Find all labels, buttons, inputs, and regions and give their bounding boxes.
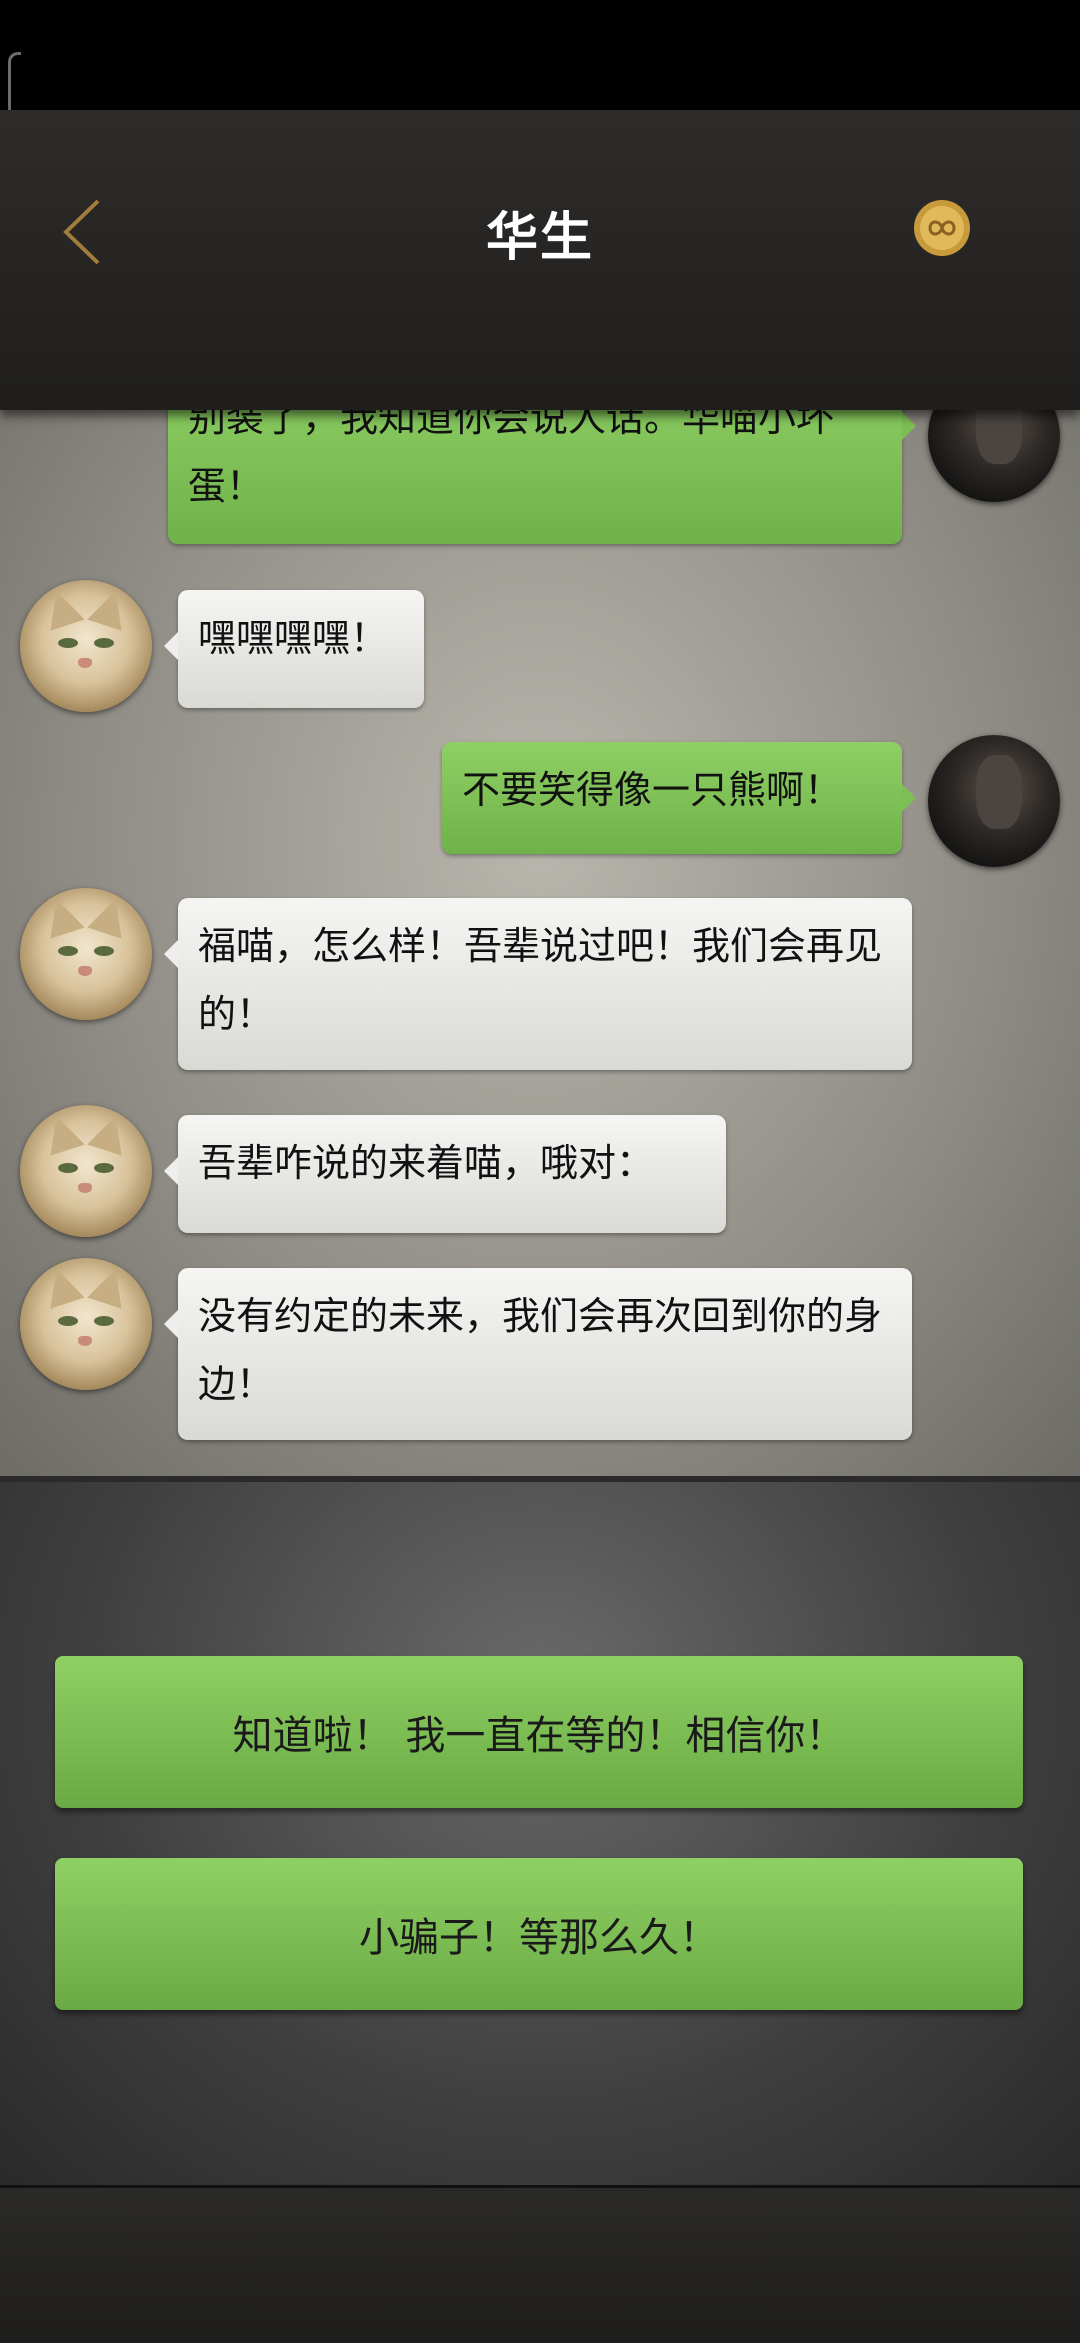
choice-panel: 知道啦！ 我一直在等的！相信你！ 小骗子！等那么久！: [0, 1482, 1080, 2185]
user-avatar[interactable]: [928, 735, 1060, 867]
message-bubble: 嘿嘿嘿嘿！: [164, 590, 424, 708]
cat-ear: [87, 1263, 133, 1309]
paw-graphic: [976, 755, 1022, 829]
cat-nose: [78, 966, 92, 976]
cat-eye: [58, 638, 78, 648]
message-text: 没有约定的未来，我们会再次回到你的身边！: [198, 1294, 883, 1406]
paw-graphic: [976, 410, 1022, 464]
message-text: 嘿嘿嘿嘿！: [198, 616, 389, 660]
cat-ear: [39, 585, 85, 631]
cat-nose: [78, 658, 92, 668]
message-bubble: 福喵，怎么样！吾辈说过吧！我们会再见的！: [164, 898, 912, 1070]
footer-bar: [0, 2185, 1080, 2343]
user-avatar[interactable]: [928, 410, 1060, 502]
coin-button[interactable]: [912, 198, 972, 258]
cat-nose: [78, 1336, 92, 1346]
cat-ear: [39, 893, 85, 939]
cat-ear: [87, 1110, 133, 1156]
chat-area[interactable]: 别装了，我知道你会说人话。华喵小坏蛋！ 嘿嘿嘿嘿！ 不要笑得像一只熊啊！ 福喵，…: [0, 410, 1080, 1482]
choice-button[interactable]: 小骗子！等那么久！: [55, 1858, 1023, 2010]
message-bubble: 不要笑得像一只熊啊！: [442, 742, 916, 854]
cat-avatar[interactable]: [20, 1258, 152, 1390]
message-text: 不要笑得像一只熊啊！: [462, 768, 843, 812]
message-bubble: 别装了，我知道你会说人话。华喵小坏蛋！: [168, 410, 916, 544]
cat-ear: [39, 1110, 85, 1156]
cat-eye: [58, 946, 78, 956]
cat-eye: [94, 946, 114, 956]
cat-avatar[interactable]: [20, 580, 152, 712]
cat-ear: [87, 893, 133, 939]
message-text: 别装了，我知道你会说人话。华喵小坏蛋！: [188, 410, 835, 508]
cat-ear: [87, 585, 133, 631]
choice-button[interactable]: 知道啦！ 我一直在等的！相信你！: [55, 1656, 1023, 1808]
cat-eye: [94, 1316, 114, 1326]
choice-label: 小骗子！等那么久！: [359, 1915, 719, 1961]
status-bar: [0, 0, 1080, 185]
message-text: 福喵，怎么样！吾辈说过吧！我们会再见的！: [198, 924, 883, 1036]
cat-eye: [58, 1316, 78, 1326]
cat-eye: [94, 1163, 114, 1173]
message-bubble: 没有约定的未来，我们会再次回到你的身边！: [164, 1268, 912, 1440]
cat-eye: [58, 1163, 78, 1173]
infinity-coin-icon: [914, 200, 970, 256]
message-text: 吾辈咋说的来着喵，哦对：: [198, 1141, 655, 1185]
cat-avatar[interactable]: [20, 1105, 152, 1237]
message-bubble: 吾辈咋说的来着喵，哦对：: [164, 1115, 726, 1233]
cat-eye: [94, 638, 114, 648]
cat-nose: [78, 1183, 92, 1193]
cat-avatar[interactable]: [20, 888, 152, 1020]
cat-ear: [39, 1263, 85, 1309]
choice-label: 知道啦！ 我一直在等的！相信你！: [232, 1713, 846, 1759]
